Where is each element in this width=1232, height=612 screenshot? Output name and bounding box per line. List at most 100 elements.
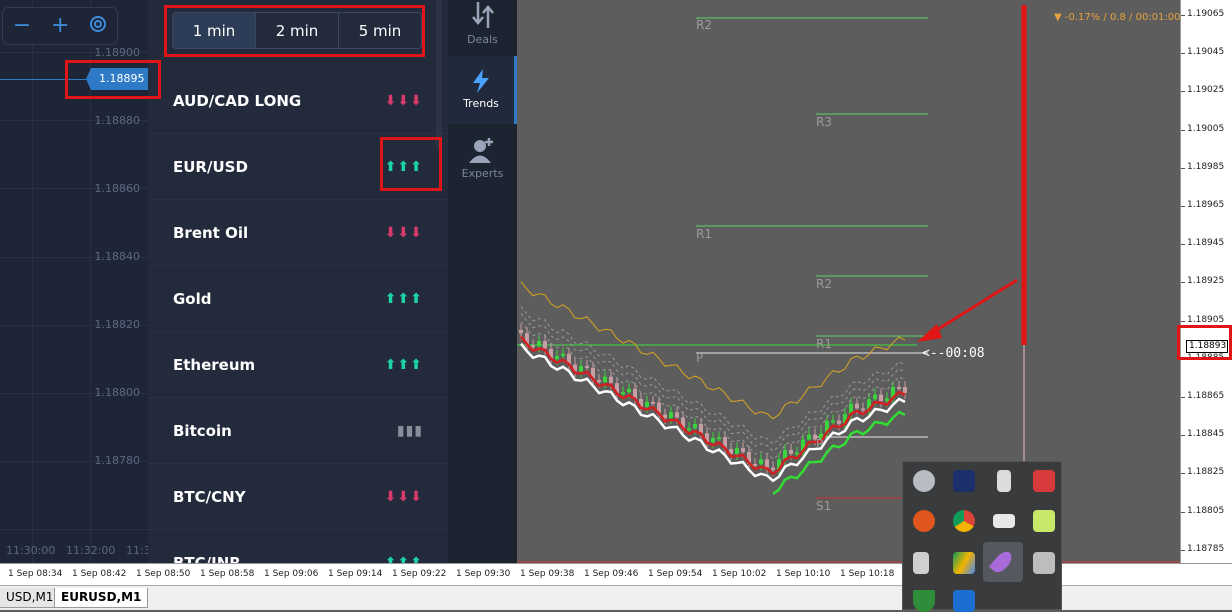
candle-body bbox=[753, 463, 757, 466]
trend-item[interactable]: Brent Oil ⬇⬇⬇ bbox=[148, 200, 448, 266]
deals-icon bbox=[471, 2, 494, 28]
trend-neutral-icon: ▮▮▮ bbox=[396, 422, 423, 439]
trend-item[interactable]: AUD/CAD LONG ⬇⬇⬇ bbox=[148, 68, 448, 134]
lock-icon[interactable] bbox=[997, 470, 1011, 492]
axis-time-label: 1 Sep 09:54 bbox=[648, 569, 703, 579]
ccleaner-icon[interactable] bbox=[913, 510, 935, 532]
candle-body bbox=[771, 467, 775, 471]
trend-item[interactable]: BTC/INR ⬆⬆⬆ bbox=[148, 530, 448, 564]
trend-item[interactable]: Ethereum ⬆⬆⬆ bbox=[148, 332, 448, 398]
candle-body bbox=[669, 412, 673, 419]
candle-body bbox=[603, 376, 607, 383]
candle-body bbox=[837, 420, 841, 424]
app-icon[interactable] bbox=[953, 590, 975, 612]
trend-asset-name: BTC/CNY bbox=[173, 487, 246, 506]
candle-body bbox=[879, 394, 883, 402]
monitor-icon[interactable] bbox=[953, 470, 975, 492]
candle-body bbox=[687, 428, 691, 431]
axis-tick bbox=[1181, 511, 1185, 513]
candle-body bbox=[555, 356, 559, 360]
trend-item[interactable]: Gold ⬆⬆⬆ bbox=[148, 266, 448, 332]
candle-body bbox=[717, 437, 721, 440]
axis-tick bbox=[1181, 91, 1185, 93]
price-label: 1.18880 bbox=[94, 114, 141, 127]
candle-body bbox=[711, 437, 715, 443]
candle-body bbox=[597, 379, 601, 383]
pivot-label: S1 bbox=[816, 499, 832, 513]
axis-time-label: 1 Sep 08:50 bbox=[136, 569, 191, 579]
price-label: 1.18780 bbox=[94, 454, 141, 467]
candle-body bbox=[543, 341, 547, 349]
zoom-in-button[interactable]: + bbox=[51, 15, 69, 37]
pivot-label: P bbox=[816, 437, 824, 451]
feather-icon[interactable] bbox=[983, 542, 1023, 582]
candle-body bbox=[537, 341, 541, 347]
candle-body bbox=[579, 365, 583, 372]
candle-body bbox=[609, 376, 613, 384]
trend-up-arrows-icon: ⬆⬆⬆ bbox=[384, 290, 423, 307]
axis-tick bbox=[1181, 282, 1185, 284]
candle-body bbox=[675, 412, 679, 418]
flag-icon[interactable] bbox=[1033, 470, 1055, 492]
axis-tick bbox=[1181, 397, 1185, 398]
tab-eurusd-m1[interactable]: EURUSD,M1 bbox=[54, 588, 149, 608]
tab-usd-m1[interactable]: USD,M1 bbox=[0, 588, 61, 608]
grid-line bbox=[0, 529, 148, 530]
price-label: 1.18860 bbox=[94, 182, 141, 195]
axis-time-label: 1 Sep 10:02 bbox=[712, 569, 767, 579]
chrome-icon[interactable] bbox=[953, 510, 975, 532]
display-icon[interactable] bbox=[1033, 552, 1055, 574]
shield-icon[interactable] bbox=[913, 590, 935, 612]
nav-trends[interactable]: Trends bbox=[448, 56, 517, 124]
price-axis: 1.19065 1.19045 1.19025 1.19005 1.18985 1.189… bbox=[1180, 0, 1232, 563]
trend-asset-name: Bitcoin bbox=[173, 421, 232, 440]
candle-body bbox=[831, 420, 835, 423]
candle-body bbox=[765, 459, 769, 468]
axis-tick bbox=[1181, 320, 1185, 322]
trends-panel: 1 min 2 min 5 min AUD/CAD LONG ⬇⬇⬇ EUR/USD… bbox=[148, 0, 448, 563]
candle-body bbox=[789, 449, 793, 454]
drive-icon[interactable] bbox=[953, 552, 975, 574]
nav-experts[interactable]: Experts bbox=[448, 136, 517, 204]
candle-body bbox=[873, 394, 877, 400]
zoom-out-button[interactable]: − bbox=[13, 15, 31, 37]
target-icon[interactable] bbox=[89, 15, 107, 38]
lime-icon[interactable] bbox=[1033, 510, 1055, 532]
pivot-label: R1 bbox=[816, 337, 832, 351]
trend-down-arrows-icon: ⬇⬇⬇ bbox=[384, 224, 423, 241]
lightning-icon bbox=[473, 69, 489, 93]
time-label: 11:32:00 bbox=[66, 544, 116, 557]
moving-average-line bbox=[520, 281, 906, 420]
axis-price-label: 1.19045 bbox=[1187, 47, 1225, 58]
mt4-chart[interactable]: R2 R3 R1 R2 R1 P P S1 bbox=[517, 0, 1180, 563]
volume-icon[interactable] bbox=[913, 552, 929, 574]
cloud-icon[interactable] bbox=[913, 470, 935, 492]
time-label: 11:30:00 bbox=[6, 544, 56, 557]
price-label: 1.18820 bbox=[94, 318, 141, 331]
axis-tick bbox=[1181, 549, 1185, 551]
add-user-icon bbox=[468, 138, 493, 163]
axis-tick bbox=[1181, 206, 1185, 207]
axis-time-label: 1 Sep 09:14 bbox=[328, 569, 383, 579]
axis-price-label: 1.18925 bbox=[1187, 276, 1225, 287]
trend-item[interactable]: Bitcoin ▮▮▮ bbox=[148, 398, 448, 464]
nav-label: Deals bbox=[467, 33, 498, 46]
candle-body bbox=[735, 448, 739, 454]
annotation-arrowhead bbox=[917, 324, 942, 342]
axis-tick bbox=[1181, 244, 1185, 246]
candle-body bbox=[561, 353, 565, 357]
axis-price-label: 1.19025 bbox=[1187, 85, 1225, 96]
pivot-label: R2 bbox=[816, 277, 832, 291]
battery-icon[interactable] bbox=[993, 514, 1015, 528]
trend-asset-name: AUD/CAD LONG bbox=[173, 91, 302, 110]
axis-tick bbox=[1181, 167, 1185, 169]
trend-item[interactable]: BTC/CNY ⬇⬇⬇ bbox=[148, 464, 448, 530]
axis-price-label: 1.18825 bbox=[1187, 467, 1225, 478]
axis-time-label: 1 Sep 08:58 bbox=[200, 569, 255, 579]
axis-tick bbox=[1181, 129, 1185, 131]
axis-tick bbox=[1181, 15, 1185, 16]
system-tray-popup bbox=[902, 461, 1062, 612]
candle-body bbox=[645, 401, 649, 407]
candle-body bbox=[651, 401, 655, 404]
candle-body bbox=[621, 392, 625, 395]
